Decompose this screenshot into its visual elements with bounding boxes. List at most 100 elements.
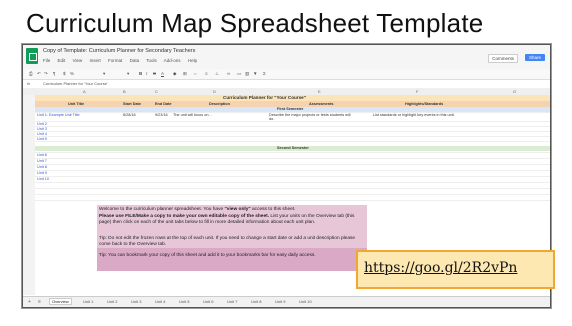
- italic-icon[interactable]: I: [146, 71, 147, 76]
- valign-icon[interactable]: ⊥: [215, 71, 219, 77]
- redo-icon[interactable]: ↷: [44, 71, 48, 77]
- menu-format[interactable]: Format: [108, 58, 122, 63]
- url-callout: https://goo.gl/2R2vPn: [356, 250, 555, 289]
- highlights-cell[interactable]: List standards or highlight key events i…: [373, 113, 459, 117]
- grid-line: [35, 188, 550, 189]
- tab-unit-1[interactable]: Unit 1: [81, 299, 95, 304]
- first-semester-label: First Semester: [277, 107, 304, 111]
- unit-title-cell[interactable]: Unit 6: [37, 153, 47, 157]
- menu-help[interactable]: Help: [188, 58, 197, 63]
- end-date-cell[interactable]: 9/23/16: [155, 113, 168, 117]
- tab-unit-3[interactable]: Unit 3: [129, 299, 143, 304]
- percent-icon[interactable]: %: [70, 71, 74, 76]
- banner-title: Curriculum Planner for "Your Course": [223, 95, 306, 100]
- tip-paragraph-1: Tip: Do not edit the frozen rows at the …: [99, 236, 356, 247]
- header-unit-title: Unit Title: [68, 102, 85, 106]
- grid-line: [35, 194, 550, 195]
- tab-unit-2[interactable]: Unit 2: [105, 299, 119, 304]
- bold-icon[interactable]: B: [139, 71, 142, 76]
- column-header[interactable]: A: [83, 89, 86, 94]
- menu-edit[interactable]: Edit: [58, 58, 66, 63]
- formula-input[interactable]: Curriculum Planner for 'Your Course': [43, 81, 108, 86]
- grid-line: [35, 164, 550, 165]
- toolbar: ⎙ ↶ ↷ ¶ $ % ▾ ▾ B I S A ◆ ⊞ ⇔ ≡ ⊥ ∞ ▭ ▥ …: [23, 69, 550, 80]
- grid-line: [35, 136, 550, 137]
- second-semester-label: Second Semester: [277, 146, 309, 150]
- borders-icon[interactable]: ⊞: [183, 71, 187, 77]
- menu-bar: File Edit View Insert Format Data Tools …: [43, 58, 203, 63]
- grid-line: [35, 152, 550, 153]
- tab-overview[interactable]: Overview: [49, 298, 72, 305]
- grid-line: [35, 158, 550, 159]
- menu-add-ons[interactable]: Add-ons: [164, 58, 181, 63]
- tip-note-strip: [97, 248, 367, 271]
- window-header: Copy of Template: Curriculum Planner for…: [23, 45, 550, 70]
- document-title[interactable]: Copy of Template: Curriculum Planner for…: [43, 48, 195, 54]
- chart-icon[interactable]: ▥: [245, 71, 249, 77]
- merge-icon[interactable]: ⇔: [193, 71, 198, 76]
- tab-unit-5[interactable]: Unit 5: [177, 299, 191, 304]
- slide-title: Curriculum Map Spreadsheet Template: [26, 8, 484, 38]
- currency-icon[interactable]: $: [63, 71, 66, 76]
- functions-icon[interactable]: Σ: [263, 71, 266, 76]
- comment-icon[interactable]: ▭: [237, 71, 241, 77]
- unit-title-cell[interactable]: Unit 9: [37, 171, 47, 175]
- grid-line: [35, 112, 550, 113]
- print-icon[interactable]: ⎙: [29, 71, 33, 76]
- tab-unit-4[interactable]: Unit 4: [153, 299, 167, 304]
- header-description: Description: [209, 102, 230, 106]
- grid-line: [35, 182, 550, 183]
- grid-line: [35, 176, 550, 177]
- sheet-tab-bar: + ≡ Overview Unit 1 Unit 2 Unit 3 Unit 4…: [23, 296, 550, 307]
- grid-line: [35, 141, 550, 142]
- header-start-date: Start Date: [123, 102, 141, 106]
- short-url-link[interactable]: https://goo.gl/2R2vPn: [364, 260, 517, 276]
- strikethrough-icon[interactable]: S: [153, 71, 156, 76]
- fill-color-icon[interactable]: ◆: [173, 71, 176, 77]
- header-assessments: Assessments: [309, 102, 334, 106]
- paint-format-icon[interactable]: ¶: [53, 71, 55, 76]
- unit-title-cell[interactable]: Unit 7: [37, 159, 47, 163]
- comments-button[interactable]: Comments: [488, 54, 518, 63]
- column-header[interactable]: E: [318, 89, 321, 94]
- align-icon[interactable]: ≡: [205, 71, 208, 76]
- grid-line: [35, 121, 550, 122]
- unit-title-cell[interactable]: Unit 1: Example Unit Title: [37, 113, 80, 117]
- link-icon[interactable]: ∞: [227, 71, 230, 76]
- description-cell[interactable]: The unit will focus on...: [173, 113, 212, 117]
- text-color-icon[interactable]: A: [161, 71, 164, 76]
- grid-line: [35, 170, 550, 171]
- tab-unit-10[interactable]: Unit 10: [297, 299, 314, 304]
- grid-line: [35, 126, 550, 127]
- grid-line: [35, 131, 550, 132]
- menu-data[interactable]: Data: [130, 58, 140, 63]
- unit-title-cell[interactable]: Unit 8: [37, 165, 47, 169]
- share-button[interactable]: Share: [524, 54, 545, 61]
- grid-line: [35, 200, 550, 201]
- tab-unit-7[interactable]: Unit 7: [225, 299, 239, 304]
- undo-icon[interactable]: ↶: [37, 71, 41, 77]
- column-header[interactable]: G: [513, 89, 516, 94]
- menu-view[interactable]: View: [73, 58, 83, 63]
- menu-file[interactable]: File: [43, 58, 50, 63]
- menu-tools[interactable]: Tools: [146, 58, 157, 63]
- instructions-paragraph-1: Welcome to the curriculum planner spread…: [99, 207, 296, 212]
- column-header[interactable]: D: [213, 89, 216, 94]
- tab-unit-6[interactable]: Unit 6: [201, 299, 215, 304]
- filter-icon[interactable]: ▼: [253, 71, 257, 76]
- unit-title-cell[interactable]: Unit 10: [37, 177, 49, 181]
- header-end-date: End Date: [155, 102, 172, 106]
- tab-unit-8[interactable]: Unit 8: [249, 299, 263, 304]
- font-size-select[interactable]: ▾: [127, 71, 129, 77]
- menu-insert[interactable]: Insert: [90, 58, 101, 63]
- font-select[interactable]: ▾: [103, 71, 105, 77]
- tab-unit-9[interactable]: Unit 9: [273, 299, 287, 304]
- column-header[interactable]: F: [416, 89, 418, 94]
- column-header[interactable]: B: [123, 89, 126, 94]
- fx-icon: fx: [27, 81, 31, 86]
- all-sheets-icon[interactable]: ≡: [38, 299, 41, 305]
- add-sheet-icon[interactable]: +: [28, 299, 31, 305]
- sheets-logo-icon[interactable]: [26, 48, 38, 64]
- start-date-cell[interactable]: 8/28/16: [123, 113, 136, 117]
- column-header[interactable]: C: [155, 89, 158, 94]
